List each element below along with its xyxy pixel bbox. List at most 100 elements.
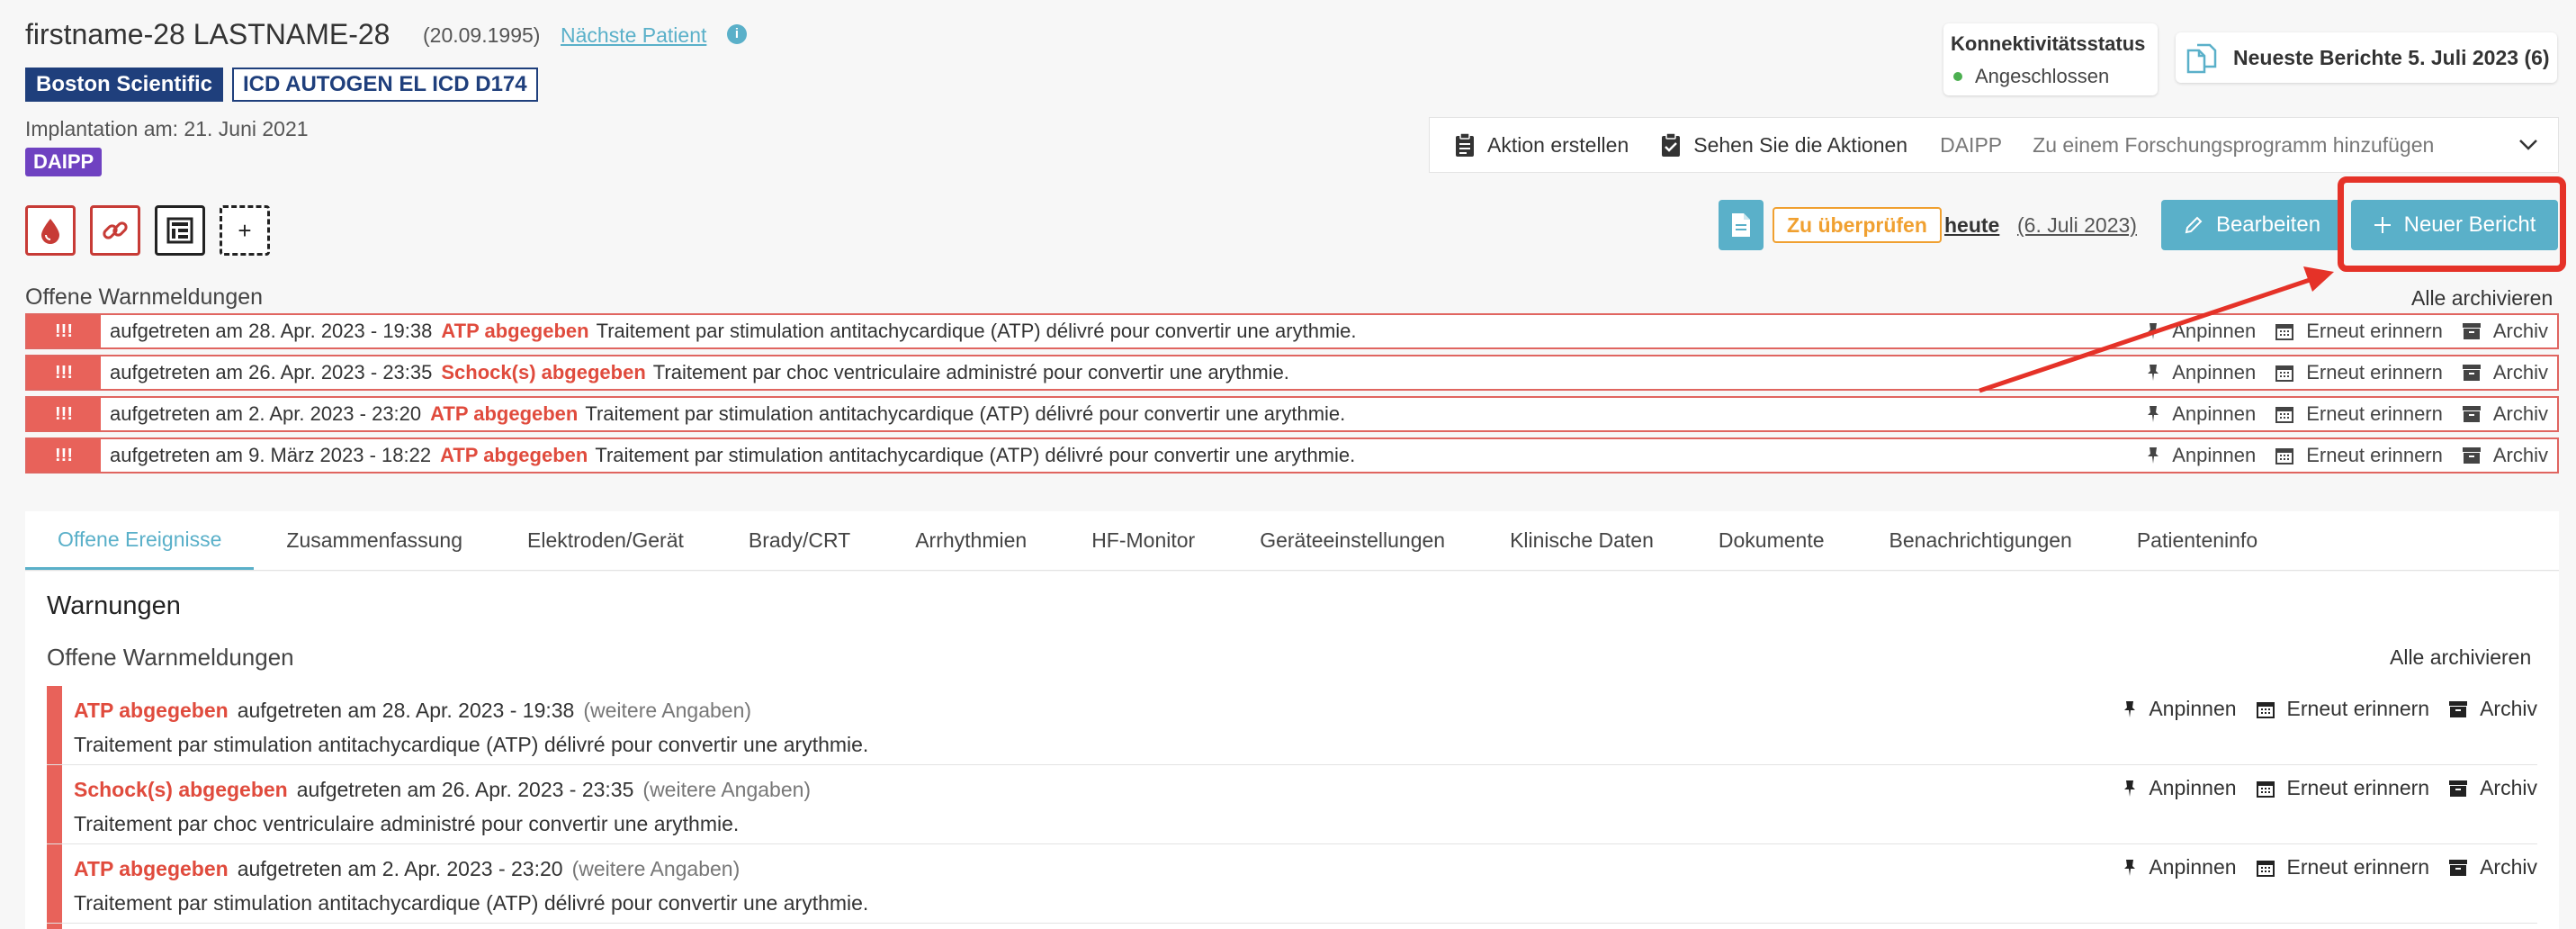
archive-button[interactable]: Archiv: [2462, 361, 2548, 384]
create-action-label: Aktion erstellen: [1487, 132, 1629, 157]
alert-date: aufgetreten am 26. Apr. 2023 - 23:35: [110, 361, 433, 383]
pin-button[interactable]: Anpinnen: [2123, 697, 2237, 721]
alert-row[interactable]: !!! aufgetreten am 9. März 2023 - 18:22 …: [25, 437, 2559, 474]
pin-button[interactable]: Anpinnen: [2147, 444, 2256, 467]
connectivity-value: Angeschlossen: [1975, 65, 2110, 87]
implant-date: Implantation am: 21. Juni 2021: [25, 117, 309, 140]
tab-bar: Offene Ereignisse Zusammenfassung Elektr…: [25, 511, 2559, 571]
tab-arrhythmias[interactable]: Arrhythmien: [883, 511, 1059, 570]
clipboard-icon: [1456, 132, 1474, 157]
archive-button[interactable]: Archiv: [2449, 697, 2537, 721]
archive-label: Archiv: [2492, 444, 2548, 466]
remind-label: Erneut erinnern: [2286, 697, 2430, 720]
pin-button[interactable]: Anpinnen: [2147, 402, 2256, 426]
edit-button[interactable]: Bearbeiten: [2161, 200, 2343, 250]
blood-drop-icon[interactable]: [25, 205, 76, 256]
remind-button[interactable]: Erneut erinnern: [2256, 776, 2429, 800]
calendar-icon: [2256, 701, 2275, 718]
warning-item[interactable]: ATP abgegeben aufgetreten am 2. Apr. 2023…: [47, 844, 2537, 924]
status-dot-icon: [1953, 72, 1962, 81]
remind-button[interactable]: Erneut erinnern: [2275, 444, 2443, 467]
pin-button[interactable]: Anpinnen: [2123, 855, 2237, 879]
remind-button[interactable]: Erneut erinnern: [2275, 402, 2443, 426]
review-date-link[interactable]: (6. Juli 2023): [2017, 213, 2137, 238]
warning-date: aufgetreten am 28. Apr. 2023 - 19:38: [237, 699, 575, 722]
clipboard-check-icon: [1662, 132, 1681, 157]
view-actions-button[interactable]: Sehen Sie die Aktionen: [1661, 132, 1907, 158]
remind-label: Erneut erinnern: [2306, 402, 2443, 425]
tab-leads-device[interactable]: Elektroden/Gerät: [495, 511, 716, 570]
tab-open-events[interactable]: Offene Ereignisse: [25, 511, 255, 570]
alert-type: ATP abgegeben: [440, 444, 588, 466]
patient-name: firstname-28 LASTNAME-28: [25, 18, 390, 50]
report-layout-icon[interactable]: [155, 205, 205, 256]
archive-button[interactable]: Archiv: [2449, 855, 2537, 879]
connectivity-status: Konnektivitätsstatus Angeschlossen: [1943, 23, 2158, 95]
archive-icon: [2449, 859, 2468, 876]
tab-summary[interactable]: Zusammenfassung: [254, 511, 495, 570]
pin-label: Anpinnen: [2149, 776, 2237, 799]
archive-button[interactable]: Archiv: [2462, 444, 2548, 467]
alert-date: aufgetreten am 28. Apr. 2023 - 19:38: [110, 320, 433, 342]
pin-icon: [2148, 447, 2159, 464]
tab-clinical-data[interactable]: Klinische Daten: [1477, 511, 1686, 570]
add-icon[interactable]: +: [220, 205, 270, 256]
info-icon[interactable]: i: [727, 24, 747, 44]
warning-bar: [47, 765, 62, 843]
warning-bar: [47, 686, 62, 764]
more-details-link[interactable]: (weitere Angaben): [572, 857, 740, 880]
link-icon[interactable]: [90, 205, 140, 256]
calendar-icon: [2275, 448, 2294, 464]
tab-device-settings[interactable]: Geräteeinstellungen: [1227, 511, 1477, 570]
open-alerts-title: Offene Warnmeldungen: [25, 284, 264, 310]
latest-reports-button[interactable]: Neueste Berichte 5. Juli 2023 (6): [2176, 32, 2557, 83]
add-research-program[interactable]: Zu einem Forschungsprogramm hinzufügen: [2033, 133, 2434, 158]
tab-documents[interactable]: Dokumente: [1686, 511, 1857, 570]
warning-bar: [47, 924, 62, 929]
pin-icon: [2148, 406, 2159, 422]
archive-icon: [2462, 365, 2481, 381]
program-action[interactable]: DAIPP: [1940, 133, 2002, 158]
pin-button[interactable]: Anpinnen: [2123, 776, 2237, 800]
warning-item[interactable]: ATP abgegeben aufgetreten am 28. Apr. 202…: [47, 686, 2537, 765]
chevron-down-icon[interactable]: [2518, 139, 2538, 151]
archive-button[interactable]: Archiv: [2462, 402, 2548, 426]
archive-label: Archiv: [2492, 402, 2548, 425]
highlight-annotation: [2338, 176, 2566, 272]
archive-all-top-button[interactable]: Alle archivieren: [2411, 286, 2553, 311]
next-patient-link[interactable]: Nächste Patient: [561, 23, 706, 48]
alert-date: aufgetreten am 9. März 2023 - 18:22: [110, 444, 432, 466]
review-today-link[interactable]: heute: [1944, 213, 1999, 238]
create-action-button[interactable]: Aktion erstellen: [1455, 132, 1629, 158]
archive-label: Archiv: [2492, 361, 2548, 383]
warning-item[interactable]: Schock(s) abgegeben aufgetreten am 26. Ap…: [47, 765, 2537, 844]
archive-icon: [2462, 323, 2481, 339]
alert-type: ATP abgegeben: [441, 320, 589, 342]
pin-label: Anpinnen: [2149, 855, 2237, 879]
archive-icon: [2449, 700, 2468, 717]
alert-mark: !!!: [27, 439, 101, 472]
pin-label: Anpinnen: [2172, 444, 2257, 466]
warning-desc: Traitement par stimulation antitachycard…: [74, 733, 869, 756]
review-status-badge: Zu überprüfen: [1773, 207, 1942, 243]
remind-label: Erneut erinnern: [2286, 855, 2430, 879]
device-badge: ICD AUTOGEN EL ICD D174: [232, 68, 538, 102]
archive-button[interactable]: Archiv: [2449, 776, 2537, 800]
tab-brady-crt[interactable]: Brady/CRT: [716, 511, 883, 570]
view-actions-label: Sehen Sie die Aktionen: [1693, 132, 1908, 157]
archive-button[interactable]: Archiv: [2462, 320, 2548, 343]
alert-row[interactable]: !!! aufgetreten am 2. Apr. 2023 - 23:20 …: [25, 396, 2559, 432]
remind-button[interactable]: Erneut erinnern: [2256, 855, 2430, 879]
remind-button[interactable]: Erneut erinnern: [2256, 697, 2430, 721]
more-details-link[interactable]: (weitere Angaben): [642, 778, 811, 801]
tab-hf-monitor[interactable]: HF-Monitor: [1059, 511, 1227, 570]
pin-icon: [2124, 700, 2136, 717]
archive-all-button[interactable]: Alle archivieren: [2390, 645, 2531, 670]
tab-patient-info[interactable]: Patienteninfo: [2105, 511, 2290, 570]
alert-desc: Traitement par choc ventriculaire admini…: [652, 361, 1289, 383]
warning-type: Schock(s) abgegeben: [74, 778, 288, 801]
more-details-link[interactable]: (weitere Angaben): [583, 699, 751, 722]
document-icon[interactable]: [1719, 200, 1764, 250]
tab-notifications[interactable]: Benachrichtigungen: [1857, 511, 2105, 570]
alert-mark: !!!: [27, 398, 101, 430]
